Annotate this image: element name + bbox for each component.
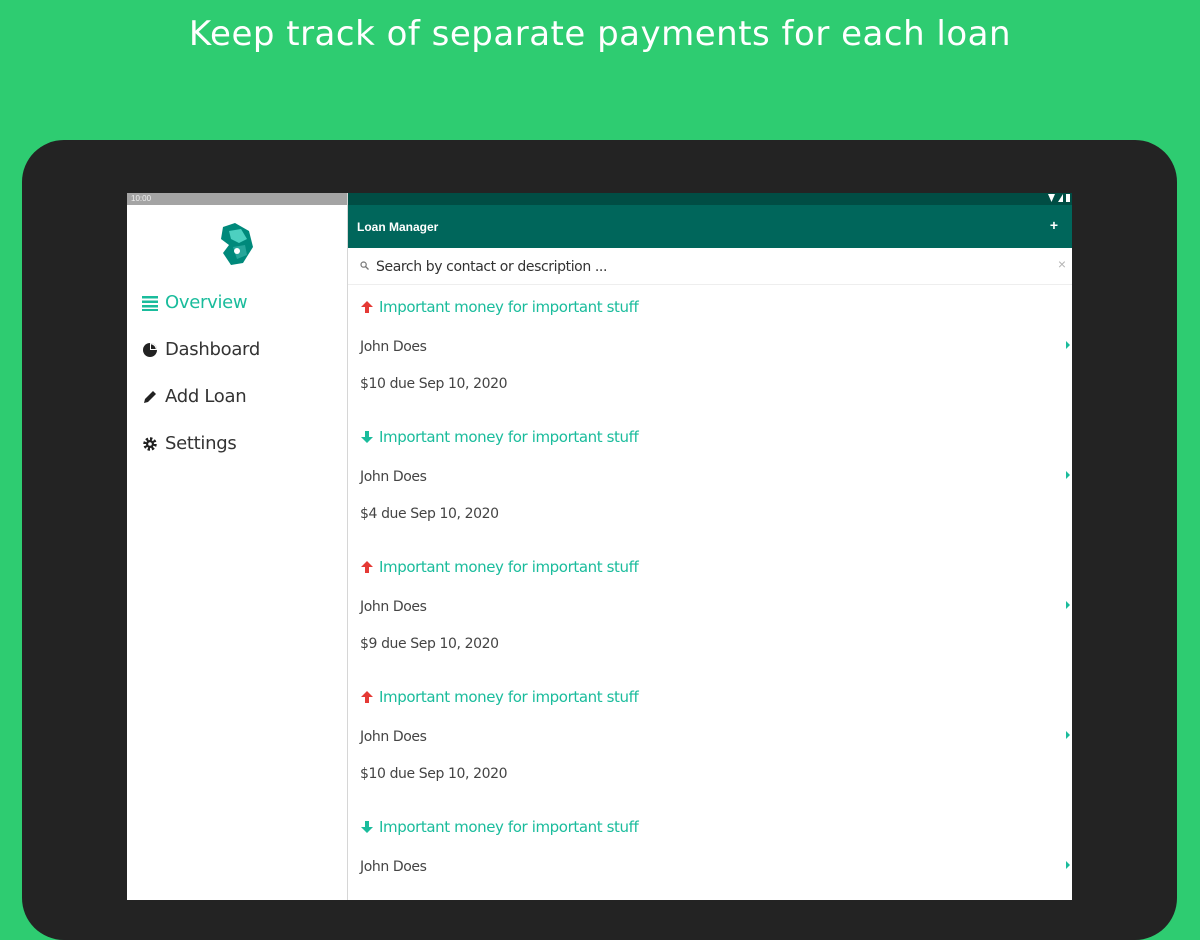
main-panel: Loan Manager + × Important money for imp… xyxy=(348,193,1072,900)
search-bar: × xyxy=(348,248,1072,285)
loan-title-text: Important money for important stuff xyxy=(379,818,639,836)
loan-item[interactable]: Important money for important stuff John… xyxy=(348,414,1072,544)
loan-due: $10 due Sep 10, 2020 xyxy=(360,766,508,782)
status-icons xyxy=(1048,194,1070,202)
signal-icon xyxy=(1058,194,1063,202)
chevron-right-icon xyxy=(1066,861,1070,869)
loan-title: Important money for important stuff xyxy=(360,818,639,836)
loan-contact: John Does xyxy=(360,469,427,485)
loan-title: Important money for important stuff xyxy=(360,688,639,706)
nav-item-add-loan[interactable]: Add Loan xyxy=(141,373,341,420)
loan-contact: John Does xyxy=(360,339,427,355)
add-loan-button[interactable]: + xyxy=(1050,217,1058,233)
loan-title-text: Important money for important stuff xyxy=(379,558,639,576)
loan-contact: John Does xyxy=(360,859,427,875)
arrow-down-icon xyxy=(361,431,373,443)
loan-title: Important money for important stuff xyxy=(360,558,639,576)
loan-item[interactable]: Important money for important stuff John… xyxy=(348,674,1072,804)
status-bar xyxy=(348,193,1072,205)
loan-contact: John Does xyxy=(360,729,427,745)
clear-search-icon[interactable]: × xyxy=(1058,256,1066,272)
arrow-up-icon xyxy=(361,301,373,313)
navigation-drawer: 10:00 Overview Dashboard Add Loan Settin… xyxy=(127,193,348,900)
arrow-up-icon xyxy=(361,561,373,573)
arrow-down-icon xyxy=(361,821,373,833)
app-logo-icon xyxy=(221,223,253,265)
loan-title-text: Important money for important stuff xyxy=(379,298,639,316)
nav-item-dashboard[interactable]: Dashboard xyxy=(141,326,341,373)
search-input[interactable] xyxy=(374,254,1028,280)
chevron-right-icon xyxy=(1066,471,1070,479)
loan-title: Important money for important stuff xyxy=(360,428,639,446)
pencil-icon xyxy=(141,388,159,406)
nav-label-dashboard: Dashboard xyxy=(165,339,260,360)
arrow-up-icon xyxy=(361,691,373,703)
loan-due: $4 due Sep 10, 2020 xyxy=(360,506,499,522)
loan-contact: John Does xyxy=(360,599,427,615)
loan-due: $10 due Sep 10, 2020 xyxy=(360,376,508,392)
app-bar: Loan Manager + xyxy=(348,205,1072,248)
search-icon xyxy=(360,261,369,270)
nav-label-add-loan: Add Loan xyxy=(165,386,247,407)
wifi-icon xyxy=(1048,194,1055,202)
app-title: Loan Manager xyxy=(357,220,439,234)
chevron-right-icon xyxy=(1066,601,1070,609)
gear-icon xyxy=(141,435,159,453)
status-time: 10:00 xyxy=(131,194,152,203)
nav-label-overview: Overview xyxy=(165,292,248,313)
chevron-right-icon xyxy=(1066,731,1070,739)
loan-item[interactable]: Important money for important stuff John… xyxy=(348,284,1072,414)
headline: Keep track of separate payments for each… xyxy=(188,14,1012,54)
tablet-screen: 10:00 Overview Dashboard Add Loan Settin… xyxy=(127,193,1072,900)
loan-title: Important money for important stuff xyxy=(360,298,639,316)
loan-title-text: Important money for important stuff xyxy=(379,428,639,446)
battery-icon xyxy=(1066,194,1070,202)
chevron-right-icon xyxy=(1066,341,1070,349)
loan-item[interactable]: Important money for important stuff John… xyxy=(348,544,1072,674)
nav-item-overview[interactable]: Overview xyxy=(141,279,341,326)
nav-label-settings: Settings xyxy=(165,433,237,454)
list-icon xyxy=(141,294,159,312)
loan-due: $9 due Sep 10, 2020 xyxy=(360,636,499,652)
nav-item-settings[interactable]: Settings xyxy=(141,420,341,467)
loan-item[interactable]: Important money for important stuff John… xyxy=(348,804,1072,900)
pie-chart-icon xyxy=(141,341,159,359)
drawer-nav: Overview Dashboard Add Loan Settings xyxy=(141,279,341,467)
drawer-status-bar: 10:00 xyxy=(127,193,347,205)
loan-list: Important money for important stuff John… xyxy=(348,284,1072,900)
loan-title-text: Important money for important stuff xyxy=(379,688,639,706)
